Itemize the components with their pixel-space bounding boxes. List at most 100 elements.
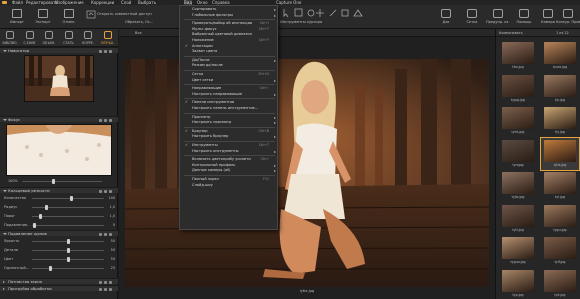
view-menu-item-label: Настроить направляющие [192, 91, 243, 96]
view-menu-item[interactable]: Слайд-шоу [180, 183, 279, 189]
zoom-slider-track[interactable] [22, 181, 102, 182]
help-icon [519, 9, 529, 18]
slider-knob[interactable] [32, 223, 36, 228]
export-button[interactable]: Экспорт [30, 5, 56, 29]
thumbnail-name: tygu.jpg [553, 227, 567, 232]
view-menu-item[interactable]: Настроить панель инструментов… [180, 106, 279, 112]
slider-knob[interactable] [48, 266, 52, 271]
slider-track[interactable] [32, 216, 104, 217]
thumbnail[interactable]: tytis.jpg [499, 105, 537, 137]
import-button[interactable]: Импорт [4, 5, 30, 29]
capture-icon [25, 31, 34, 39]
slider-knob[interactable] [66, 248, 70, 253]
help-button[interactable]: Помощь [512, 5, 536, 29]
viewer-header: Все [119, 29, 495, 37]
menu-separator [184, 19, 275, 21]
slider-knob[interactable] [44, 205, 48, 210]
thumbnail[interactable]: tygu.jpg [541, 203, 579, 235]
grain-header[interactable]: Пятнистая зерно [0, 278, 118, 284]
noise-header[interactable]: Подавление шумов [0, 230, 118, 236]
slider-row: Одиночный… 25 [0, 265, 118, 272]
slider-value: 50 [110, 239, 115, 243]
submenu-arrow-icon [274, 150, 276, 153]
view-menu-item[interactable]: Цвет сетки [180, 78, 279, 84]
thumbnail[interactable]: tyk.jpg [541, 268, 579, 299]
grid-label: Дзи [442, 20, 450, 24]
slider-knob[interactable] [66, 257, 70, 262]
view-menu-item[interactable]: Глобальные фильтры [180, 13, 279, 19]
thumbnail[interactable]: tylf.jpg [541, 235, 579, 267]
thumbnail[interactable]: tito.jpg [499, 40, 537, 72]
slider-knob[interactable] [39, 214, 43, 219]
viewer-filter-label[interactable]: Все [135, 29, 142, 37]
focus-header[interactable]: Фокус [0, 116, 118, 122]
thumbnail-name: lytia.jpg [553, 162, 567, 167]
view-menu-item[interactable]: Настроить инструменты [180, 149, 279, 155]
view-menu-item[interactable]: Захват цвета [180, 49, 279, 55]
view-menu-item[interactable]: Настроить направляющие [180, 92, 279, 98]
slider-track[interactable] [32, 207, 104, 208]
thumbnail-image [502, 204, 534, 227]
thumbnail[interactable]: tyijo.jpg [499, 170, 537, 202]
thumbnail[interactable]: fyj.jpg [541, 105, 579, 137]
tool-tab-label: БИБЛИО. [2, 41, 18, 45]
undo-button[interactable]: Отмен. [56, 5, 82, 29]
noise-title: Подавление шумов [8, 231, 47, 236]
raster-button[interactable]: Сетка [460, 5, 484, 29]
thumbnail[interactable]: tyrsjpg [499, 138, 537, 170]
tool-tab-label: ОБЪЕК. [42, 41, 56, 45]
tool-tab-5[interactable]: УЛУЧШ. [98, 29, 118, 47]
slider-knob[interactable] [66, 239, 70, 244]
thumbnail[interactable]: tyi.jpg [541, 73, 579, 105]
slider-knob[interactable] [70, 196, 74, 201]
slider-track[interactable] [32, 225, 104, 226]
thumbnail[interactable]: typ.jpg [499, 268, 537, 299]
warning-button[interactable]: Предупр. из зап. [486, 5, 510, 29]
tool-tab-label: С.ЕНИЕ [23, 41, 36, 45]
view-menu-item[interactable]: Режим до/после [180, 63, 279, 69]
zoom-slider-knob[interactable] [52, 179, 55, 184]
thumbnail[interactable]: tyuro.jpg [541, 40, 579, 72]
thumbnail-name: tyi.jpg [555, 97, 565, 102]
slider-track[interactable] [32, 268, 104, 269]
tool-tab-4[interactable]: КОРРЕ. [78, 29, 98, 47]
lens-icon [45, 31, 53, 39]
thumbnail-image [544, 42, 576, 64]
thumbnail-name: tyti.jpg [512, 227, 524, 232]
share-session-button[interactable]: Открыть совместный доступ [84, 5, 154, 29]
thumbnail-name: tyguo.jpg [510, 260, 526, 264]
thumbnail-name: typ.jpg [512, 292, 524, 297]
clarity-header[interactable]: Кольцевые резкости [0, 187, 118, 193]
thumbnail[interactable]: tyl.jpg [541, 170, 579, 202]
tool-tab-3[interactable]: СТАТЬ [59, 29, 79, 47]
thumbnail[interactable]: lytia.jpg [540, 136, 580, 171]
tool-tab-0[interactable]: БИБЛИО. [0, 29, 20, 47]
slider-track[interactable] [32, 198, 104, 199]
grid-button[interactable]: Дзи [434, 5, 458, 29]
tool-tab-2[interactable]: ОБЪЕК. [39, 29, 59, 47]
thumbnail[interactable]: tyjog.jpg [499, 73, 537, 105]
navigator-header[interactable]: Навигатор [0, 47, 118, 53]
tool-tab-1[interactable]: С.ЕНИЕ [20, 29, 40, 47]
focus-preview[interactable] [6, 124, 112, 176]
undo-icon [64, 9, 74, 18]
view-menu-item[interactable]: Настроить браузер [180, 134, 279, 140]
slider-row: Количество 140 [0, 195, 118, 202]
menu-separator [184, 55, 275, 57]
submenu-arrow-icon [274, 116, 276, 119]
view-menu-item[interactable]: Данные камеры (all) [180, 168, 279, 174]
export-icon [38, 9, 48, 18]
rules-button[interactable]: Конкур. Правила [556, 5, 580, 29]
browser-view-label[interactable]: Компоновать [499, 29, 523, 37]
navigator-preview[interactable] [24, 55, 94, 102]
thumbnail[interactable]: tyti.jpg [499, 203, 537, 235]
cursor-tools-group[interactable]: Инструменты курсора [280, 5, 370, 29]
view-menu-item[interactable]: Настроить просмотр [180, 120, 279, 126]
processing-header[interactable]: Пригрубая обработки [0, 285, 118, 291]
browser-header: Компоновать 1 из 22 [496, 29, 580, 37]
thumbnail[interactable]: tyguo.jpg [499, 235, 537, 267]
submenu-arrow-icon [274, 136, 276, 139]
thumbnail-image [502, 269, 534, 292]
focus-loupe-image [7, 125, 111, 175]
menu-separator [184, 70, 275, 71]
